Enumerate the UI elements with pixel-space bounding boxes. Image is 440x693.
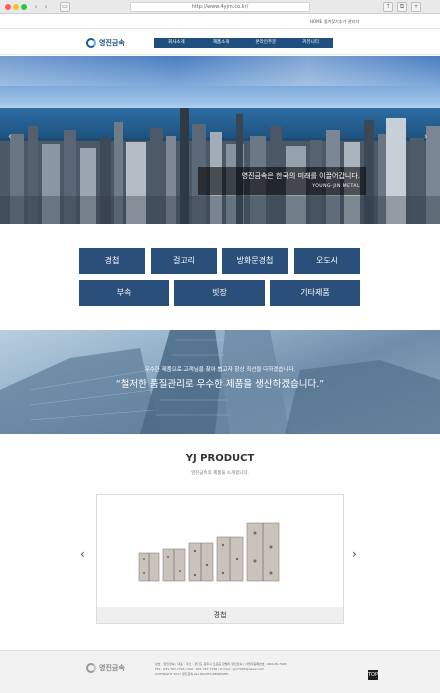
hero-caption-en: YOUNG-JIN METAL: [312, 184, 360, 189]
category-button-flush-bolt[interactable]: 오도시: [294, 248, 360, 274]
minimize-window-icon[interactable]: [13, 4, 19, 10]
back-icon[interactable]: ‹: [31, 2, 41, 12]
product-section-subtitle: 영진금속의 제품을 소개합니다.: [190, 471, 250, 476]
banner-text-line2: “철저한 품질관리로 우수한 제품을 생산하겠습니다.”: [115, 379, 325, 390]
quality-banner: 우수한 제품으로 고객님을 찾아 뵙고자 항상 최선을 다하겠습니다. “철저한…: [0, 330, 440, 434]
scroll-top-button[interactable]: TOP: [368, 670, 378, 680]
city-skyline-image: [0, 108, 440, 224]
share-icon[interactable]: ↑: [383, 2, 393, 12]
product-prev-arrow-icon[interactable]: ‹: [80, 547, 85, 561]
maximize-window-icon[interactable]: [21, 4, 27, 10]
hero-prev-arrow-icon[interactable]: ‹: [8, 132, 12, 142]
sidebar-icon[interactable]: ▭: [60, 2, 70, 12]
footer-logo-text: 영진금속: [99, 664, 125, 672]
hero-banner: ‹ › 영진금속은 한국의 미래를 이끌어갑니다. YOUNG-JIN META…: [0, 56, 440, 224]
footer-info: 상호 : 영진금속 | 대표 : 주소 : 경기도 광주시 오포읍 양벌리 영진…: [155, 662, 355, 677]
main-nav: 회사소개 제품소개 온라인주문 커뮤니티: [154, 38, 333, 48]
nav-item-products[interactable]: 제품소개: [199, 38, 244, 48]
nav-item-order[interactable]: 온라인주문: [244, 38, 289, 48]
hero-next-arrow-icon[interactable]: ›: [424, 132, 428, 142]
product-section-title: YJ PRODUCT: [185, 453, 255, 464]
product-next-arrow-icon[interactable]: ›: [352, 547, 357, 561]
utility-nav: HOME 즐겨찾기추가 관리자: [0, 14, 440, 29]
util-link-home[interactable]: HOME: [310, 19, 322, 24]
site-logo[interactable]: 영진금속: [86, 37, 125, 49]
product-card-caption: 경첩: [97, 607, 343, 623]
banner-text-line1: 우수한 제품으로 고객님을 찾아 뵙고자 항상 최선을 다하겠습니다.: [144, 367, 296, 373]
category-button-latch[interactable]: 빗장: [174, 280, 265, 306]
util-link-bookmark[interactable]: 즐겨찾기추가: [324, 19, 346, 25]
site-footer: 영진금속 상호 : 영진금속 | 대표 : 주소 : 경기도 광주시 오포읍 양…: [0, 650, 440, 693]
category-section: 경첩 걸고리 방화문경첩 오도시 부속 빗장 기타제품: [0, 224, 440, 330]
category-button-fire-door-hinge[interactable]: 방화문경첩: [222, 248, 288, 274]
site-header: 영진금속 회사소개 제품소개 온라인주문 커뮤니티: [0, 29, 440, 55]
new-tab-icon[interactable]: +: [411, 2, 421, 12]
category-button-hook[interactable]: 걸고리: [151, 248, 217, 274]
util-link-admin[interactable]: 관리자: [348, 19, 359, 25]
nav-item-community[interactable]: 커뮤니티: [288, 38, 333, 48]
address-bar[interactable]: http://www.4yjm.co.kr/: [130, 2, 310, 12]
tabs-icon[interactable]: ⧉: [397, 2, 407, 12]
hinge-product-image: [138, 522, 280, 582]
close-window-icon[interactable]: [5, 4, 11, 10]
browser-toolbar: ‹ › ▭ http://www.4yjm.co.kr/ ↑ ⧉ +: [0, 0, 440, 14]
footer-logo-mark-icon: [86, 663, 96, 673]
product-card[interactable]: 경첩: [96, 494, 344, 624]
footer-logo: 영진금속: [86, 663, 125, 673]
hero-caption-ko: 영진금속은 한국의 미래를 이끌어갑니다.: [241, 172, 360, 180]
product-section: YJ PRODUCT 영진금속의 제품을 소개합니다. ‹ › 경첩: [0, 434, 440, 650]
nav-item-about[interactable]: 회사소개: [154, 38, 199, 48]
forward-icon[interactable]: ›: [41, 2, 51, 12]
logo-mark-icon: [86, 38, 96, 48]
footer-info-line3: COPYRIGHT 2017 영진금속 ALL RIGHTS RESERVED.: [155, 672, 230, 676]
category-button-hinge[interactable]: 경첩: [79, 248, 145, 274]
logo-text: 영진금속: [99, 39, 125, 47]
category-button-other[interactable]: 기타제품: [270, 280, 360, 306]
hero-caption: 영진금속은 한국의 미래를 이끌어갑니다. YOUNG-JIN METAL: [198, 167, 366, 195]
category-button-parts[interactable]: 부속: [79, 280, 169, 306]
